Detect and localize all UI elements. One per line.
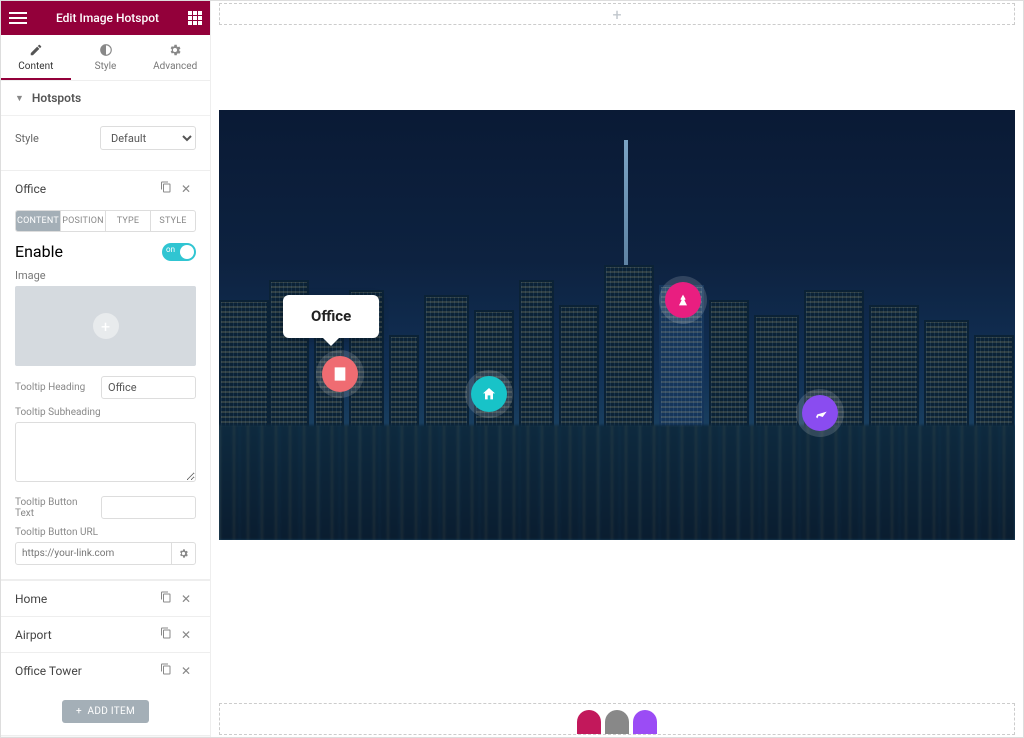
add-section-bottom[interactable] — [219, 703, 1015, 735]
hotspot-home[interactable] — [471, 376, 507, 412]
main-tabs: Content Style Advanced — [1, 35, 210, 81]
section-hotspots-label: Hotspots — [32, 91, 81, 105]
url-options-icon[interactable] — [171, 543, 195, 564]
section-hotspots[interactable]: ▼ Hotspots — [1, 81, 210, 116]
duplicate-icon[interactable] — [156, 181, 176, 196]
tab-advanced-label: Advanced — [153, 61, 197, 72]
panel-title: Edit Image Hotspot — [27, 11, 188, 25]
enable-label: Enable — [15, 242, 63, 261]
tooltip-heading-label: Tooltip Heading — [15, 382, 95, 393]
duplicate-icon[interactable] — [156, 663, 176, 678]
close-icon[interactable]: ✕ — [176, 664, 196, 678]
plus-icon: + — [93, 313, 119, 339]
hotspot-airport[interactable] — [802, 395, 838, 431]
tab-style-label: Style — [95, 61, 117, 72]
editor-canvas: + — [211, 1, 1023, 737]
mountain-icon — [675, 292, 691, 308]
item-subtabs: CONTENT POSITION TYPE STYLE — [15, 210, 196, 232]
editor-sidebar: Edit Image Hotspot Content Style Advance… — [1, 1, 211, 737]
style-label: Style — [15, 132, 100, 145]
subtab-content[interactable]: CONTENT — [16, 211, 61, 231]
tab-content[interactable]: Content — [1, 35, 71, 80]
apps-icon[interactable] — [188, 11, 202, 25]
hotspot-tooltip: Office — [283, 295, 379, 338]
image-dropzone[interactable]: + — [15, 286, 196, 366]
gear-icon — [168, 43, 182, 57]
sidebar-header: Edit Image Hotspot — [1, 1, 210, 35]
tooltip-button-url-input[interactable] — [16, 543, 171, 564]
building-icon — [332, 366, 348, 382]
item-name: Home — [15, 592, 156, 606]
home-icon — [481, 386, 497, 402]
tooltip-button-url-label: Tooltip Button URL — [15, 527, 196, 538]
section-controls — [577, 710, 657, 734]
image-hotspot-widget: Office — [219, 110, 1015, 540]
add-item-button[interactable]: + ADD ITEM — [62, 700, 149, 723]
tab-advanced[interactable]: Advanced — [140, 35, 210, 80]
tab-content-label: Content — [18, 61, 53, 72]
control-dot-2[interactable] — [605, 710, 629, 734]
item-office-head[interactable]: Office ✕ — [1, 170, 210, 206]
tab-style[interactable]: Style — [71, 35, 141, 80]
item-name: Office Tower — [15, 664, 156, 678]
item-collapsed-head[interactable]: Home ✕ — [1, 580, 210, 616]
control-dot-1[interactable] — [577, 710, 601, 734]
item-office-panel: CONTENT POSITION TYPE STYLE Enable on Im… — [1, 206, 210, 580]
item-office-name: Office — [15, 182, 156, 196]
control-dot-3[interactable] — [633, 710, 657, 734]
style-select[interactable]: Default — [100, 126, 196, 150]
enable-toggle[interactable]: on — [162, 243, 196, 261]
item-collapsed-head[interactable]: Airport ✕ — [1, 616, 210, 652]
image-label: Image — [15, 269, 196, 282]
close-icon[interactable]: ✕ — [176, 628, 196, 642]
tooltip-subheading-label: Tooltip Subheading — [15, 407, 196, 418]
subtab-style[interactable]: STYLE — [151, 211, 195, 231]
plane-icon — [812, 405, 828, 421]
subtab-type[interactable]: TYPE — [106, 211, 151, 231]
menu-icon[interactable] — [9, 8, 27, 28]
item-name: Airport — [15, 628, 156, 642]
pencil-icon — [29, 43, 43, 57]
close-icon[interactable]: ✕ — [176, 182, 196, 196]
tooltip-button-text-label: Tooltip Button Text — [15, 497, 95, 519]
caret-down-icon: ▼ — [15, 93, 24, 104]
tooltip-button-text-input[interactable] — [101, 496, 196, 519]
tooltip-heading-input[interactable] — [101, 376, 196, 399]
close-icon[interactable]: ✕ — [176, 592, 196, 606]
item-collapsed-head[interactable]: Office Tower ✕ — [1, 652, 210, 688]
duplicate-icon[interactable] — [156, 591, 176, 606]
hotspot-office[interactable] — [322, 356, 358, 392]
tooltip-subheading-input[interactable] — [15, 422, 196, 482]
contrast-icon — [99, 43, 113, 57]
subtab-position[interactable]: POSITION — [61, 211, 106, 231]
hotspot-officetower[interactable] — [665, 282, 701, 318]
add-section-bar[interactable]: + — [219, 3, 1015, 25]
duplicate-icon[interactable] — [156, 627, 176, 642]
section-background[interactable]: ▶ Background — [1, 735, 210, 737]
